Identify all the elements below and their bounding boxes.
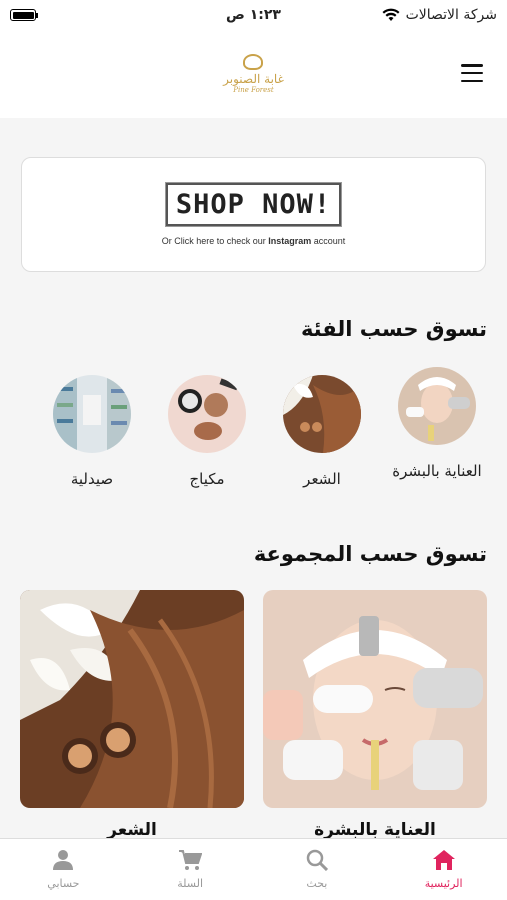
hair-collection-photo: [20, 590, 244, 808]
tab-cart[interactable]: السلة: [127, 839, 254, 900]
carrier-label: شركة الاتصالات: [405, 7, 497, 23]
search-icon: [306, 849, 328, 871]
status-bar: شركة الاتصالات ١:٢٣ ص: [0, 0, 507, 30]
collection-card-skincare[interactable]: [263, 590, 487, 808]
status-carrier-group: شركة الاتصالات: [382, 7, 497, 23]
wifi-icon: [382, 8, 400, 21]
hair-photo: [283, 375, 361, 453]
brand-logo[interactable]: غابة الصنوبر Pine Forest: [223, 54, 284, 94]
categories-title: تسوق حسب الفئة: [300, 317, 487, 341]
collection-hair-label: الشعر: [107, 820, 157, 840]
collection-card-hair[interactable]: [20, 590, 244, 808]
makeup-photo: [168, 375, 246, 453]
tab-cart-label: السلة: [177, 877, 204, 890]
banner-sub-prefix: Or Click here to check our: [161, 236, 269, 246]
tab-home[interactable]: الرئيسية: [380, 839, 507, 900]
tab-home-label: الرئيسية: [424, 877, 463, 890]
tab-search[interactable]: بحث: [254, 839, 381, 900]
skincare-collection-photo: [263, 590, 487, 808]
banner-sub-instagram: Instagram: [268, 236, 312, 246]
collections-title: تسوق حسب المجموعة: [253, 542, 487, 566]
logo-english-text: Pine Forest: [233, 86, 274, 94]
category-makeup[interactable]: مكياج: [157, 375, 257, 491]
logo-arabic-text: غابة الصنوبر: [223, 72, 284, 86]
user-icon: [53, 850, 74, 870]
banner-sub-suffix: account: [311, 236, 346, 246]
tab-account[interactable]: حسابي: [0, 839, 127, 900]
skincare-photo: [398, 367, 476, 445]
category-list: العناية بالبشرة الشعر مكياج صيدلية: [0, 367, 507, 507]
battery-icon: [10, 9, 38, 21]
home-icon: [432, 850, 455, 870]
category-hair-label: الشعر: [303, 470, 341, 488]
category-skincare[interactable]: العناية بالبشرة: [387, 367, 487, 483]
category-skincare-label: العناية بالبشرة: [392, 462, 482, 480]
cart-icon: [179, 850, 203, 870]
app-header: غابة الصنوبر Pine Forest: [0, 30, 507, 118]
category-pharmacy[interactable]: صيدلية: [42, 375, 142, 491]
shop-now-banner[interactable]: SHOP NOW! Or Click here to check our Ins…: [21, 157, 486, 272]
bottom-tab-bar: الرئيسية بحث السلة حسابي: [0, 838, 507, 900]
pharmacy-photo: [53, 375, 131, 453]
collection-skincare-label: العناية بالبشرة: [314, 820, 436, 840]
tab-account-label: حسابي: [47, 877, 80, 890]
status-time: ١:٢٣ ص: [226, 7, 281, 23]
instagram-link-text[interactable]: Or Click here to check our Instagram acc…: [162, 236, 346, 246]
logo-mark-icon: [243, 54, 264, 70]
shop-now-headline: SHOP NOW!: [165, 183, 342, 226]
category-makeup-label: مكياج: [189, 470, 225, 488]
category-pharmacy-label: صيدلية: [70, 470, 114, 488]
tab-search-label: بحث: [306, 877, 328, 890]
menu-icon[interactable]: [461, 64, 483, 82]
category-hair[interactable]: الشعر: [272, 375, 372, 491]
